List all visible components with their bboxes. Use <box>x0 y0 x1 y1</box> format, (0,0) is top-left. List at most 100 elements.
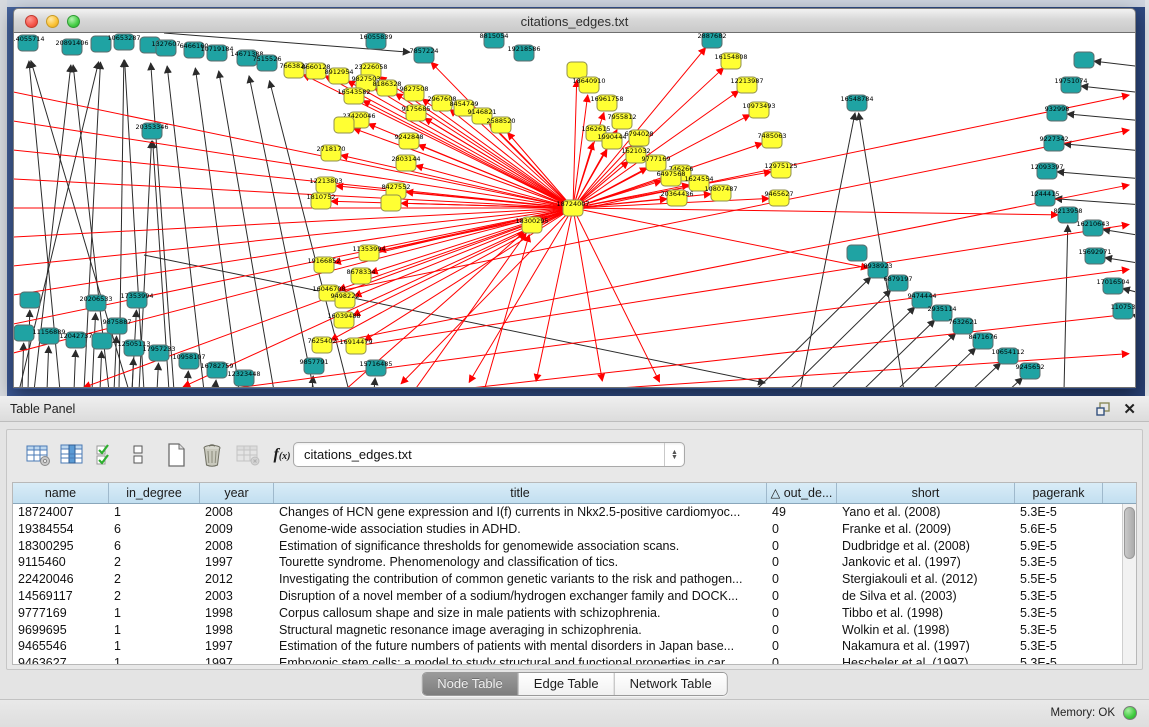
table-row[interactable]: 1938455462009Genome-wide association stu… <box>13 521 1136 538</box>
graph-node[interactable] <box>20 292 40 308</box>
table-row[interactable]: 946554611997Estimation of the future num… <box>13 638 1136 655</box>
table-row[interactable]: 946362711997Embryonic stem cells: a mode… <box>13 655 1136 665</box>
graph-node-label: 2935114 <box>928 305 957 313</box>
graph-edge <box>401 208 573 384</box>
graph-edge <box>1057 172 1135 179</box>
column-header-name[interactable]: name <box>13 483 109 503</box>
graph-edge <box>1064 225 1068 387</box>
table-cell: 2012 <box>200 571 274 588</box>
table-cell: Yano et al. (2008) <box>837 504 1015 521</box>
table-cell: Nakamura et al. (1997) <box>837 638 1015 655</box>
graph-node-label: 1621032 <box>622 147 651 155</box>
table-cell: Hescheler et al. (1997) <box>837 655 1015 665</box>
network-canvas[interactable]: 1405571420891406106532871327607646616010… <box>13 33 1136 388</box>
table-cell: 1 <box>109 605 200 622</box>
graph-node-label: 1624554 <box>685 175 714 183</box>
graph-node-label: 6879197 <box>884 275 913 283</box>
tab-edge-table[interactable]: Edge Table <box>519 673 615 695</box>
table-cell: 0 <box>767 655 837 665</box>
graph-edge <box>414 233 526 387</box>
table-cell: 5.3E-5 <box>1015 655 1103 665</box>
row-height-icon[interactable] <box>123 440 153 470</box>
table-cell: 1998 <box>200 622 274 639</box>
table-row[interactable]: 2242004622012Investigating the contribut… <box>13 571 1136 588</box>
table-cell: 18300295 <box>13 538 109 555</box>
graph-node-label: 10958107 <box>172 353 205 361</box>
delete-icon[interactable] <box>197 440 227 470</box>
network-desktop: citations_edges.txt 14055714208914061065… <box>0 0 1149 396</box>
table-vertical-scrollbar[interactable] <box>1122 504 1136 664</box>
memory-status-indicator <box>1123 706 1137 720</box>
table-cell: Disruption of a novel member of a sodium… <box>274 588 767 605</box>
graph-node-label: 9175685 <box>402 105 431 113</box>
table-row[interactable]: 1830029562008Estimation of significance … <box>13 538 1136 555</box>
graph-node-label: 12213987 <box>730 77 763 85</box>
graph-node[interactable] <box>92 333 112 349</box>
graph-node-label: 9498222 <box>331 292 360 300</box>
table-row[interactable]: 911546021997Tourette syndrome. Phenomeno… <box>13 554 1136 571</box>
network-window-titlebar[interactable]: citations_edges.txt <box>13 8 1136 33</box>
citation-network-graph[interactable]: 1405571420891406106532871327607646616010… <box>14 33 1135 387</box>
graph-node-label: 8815054 <box>480 33 509 40</box>
table-row[interactable]: 1872400712008Changes of HCN gene express… <box>13 504 1136 521</box>
table-cell: 1 <box>109 504 200 521</box>
graph-node-label: 12323448 <box>227 370 260 378</box>
graph-node-label: 1810752 <box>307 193 336 201</box>
graph-node-label: 17016504 <box>1096 278 1129 286</box>
graph-node-label: 12213803 <box>309 177 342 185</box>
float-panel-icon[interactable] <box>1096 402 1111 416</box>
graph-node-label: 20353346 <box>135 123 168 131</box>
graph-node[interactable] <box>334 117 354 133</box>
table-cell: 5.9E-5 <box>1015 538 1103 555</box>
column-header-in_degree[interactable]: in_degree <box>109 483 200 503</box>
column-header-out_de[interactable]: △ out_de... <box>767 483 837 503</box>
graph-edge <box>249 76 314 387</box>
select-columns-icon[interactable] <box>57 440 87 470</box>
graph-node-label: 9465627 <box>765 190 794 198</box>
table-cell: Changes of HCN gene expression and I(f) … <box>274 504 767 521</box>
graph-node[interactable] <box>567 62 587 78</box>
graph-node[interactable] <box>1074 52 1094 68</box>
graph-node[interactable] <box>14 325 34 341</box>
table-cell: 2003 <box>200 588 274 605</box>
column-header-pagerank[interactable]: pagerank <box>1015 483 1103 503</box>
table-settings-icon[interactable] <box>23 440 53 470</box>
status-bar: Memory: OK <box>0 699 1149 727</box>
graph-node[interactable] <box>847 245 867 261</box>
table-cell: Genome-wide association studies in ADHD. <box>274 521 767 538</box>
table-selector-dropdown[interactable]: citations_edges.txt ▲▼ <box>293 442 685 467</box>
table-panel-titlebar: Table Panel ✕ <box>0 396 1149 422</box>
column-header-title[interactable]: title <box>274 483 767 503</box>
graph-edge <box>484 235 529 387</box>
scrollbar-thumb[interactable] <box>1124 507 1135 559</box>
tab-node-table[interactable]: Node Table <box>422 673 519 695</box>
table-header-row: namein_degreeyeartitle△ out_de...shortpa… <box>13 483 1136 504</box>
graph-node-label: 19166852 <box>307 257 340 265</box>
graph-edge <box>14 208 573 237</box>
graph-node-label: 12042737 <box>59 332 92 340</box>
tab-network-table[interactable]: Network Table <box>615 673 727 695</box>
node-table: namein_degreeyeartitle△ out_de...shortpa… <box>12 482 1137 665</box>
close-panel-icon[interactable]: ✕ <box>1123 400 1136 418</box>
table-row[interactable]: 1456911722003Disruption of a novel membe… <box>13 588 1136 605</box>
table-cell: 2 <box>109 554 200 571</box>
table-row[interactable]: 969969511998Structural magnetic resonanc… <box>13 622 1136 639</box>
column-checklist-icon[interactable] <box>91 440 121 470</box>
graph-node[interactable] <box>381 195 401 211</box>
graph-edge <box>896 333 956 387</box>
table-row[interactable]: 977716911998Corpus callosum shape and si… <box>13 605 1136 622</box>
table-cell: 2008 <box>200 538 274 555</box>
table-body: 1872400712008Changes of HCN gene express… <box>13 504 1136 665</box>
new-document-icon[interactable] <box>161 440 191 470</box>
graph-node-label: 16914479 <box>339 338 372 346</box>
graph-node-label: 9242848 <box>395 133 424 141</box>
graph-node-label: 14055714 <box>14 35 45 43</box>
graph-node-label: 1362615 <box>582 125 611 133</box>
graph-edge <box>1055 199 1135 205</box>
graph-node-label: 8678334 <box>347 268 376 276</box>
graph-edge <box>74 350 76 387</box>
table-cell: 0 <box>767 554 837 571</box>
column-header-short[interactable]: short <box>837 483 1015 503</box>
table-cell: Embryonic stem cells: a model to study s… <box>274 655 767 665</box>
column-header-year[interactable]: year <box>200 483 274 503</box>
